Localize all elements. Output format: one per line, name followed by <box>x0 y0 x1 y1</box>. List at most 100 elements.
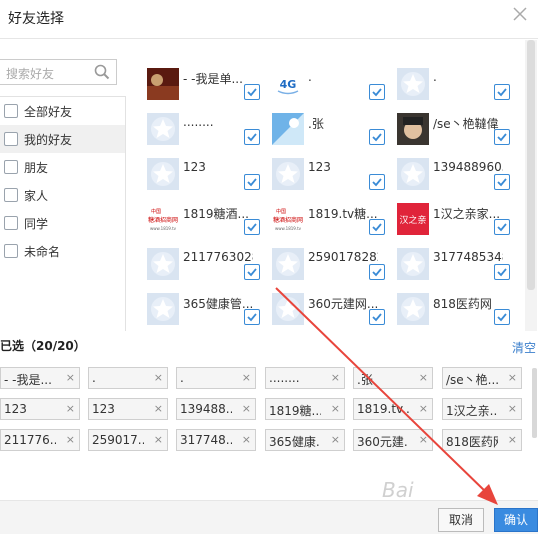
friend-checkbox[interactable] <box>369 129 385 145</box>
avatar <box>147 113 179 145</box>
friend-checkbox[interactable] <box>494 129 510 145</box>
group-checkbox[interactable] <box>4 188 18 202</box>
friend-item[interactable]: .张 <box>272 113 392 157</box>
friend-checkbox[interactable] <box>244 174 260 190</box>
friend-item[interactable]: 中国 糖酒招商网 www.1819.tv 1819糖酒... <box>147 203 267 247</box>
selected-area: - -我是... ×. ×. ×........ × .张 ×/se丶栬... × 123 × 12… <box>0 359 538 499</box>
remove-tag-icon[interactable]: × <box>154 433 163 446</box>
avatar: 中国 糖酒招商网 www.1819.tv <box>272 203 304 235</box>
group-checkbox[interactable] <box>4 216 18 230</box>
remove-tag-icon[interactable]: × <box>242 433 251 446</box>
group-item[interactable]: 未命名 <box>0 237 125 265</box>
friend-item[interactable]: ........ <box>147 113 267 157</box>
friend-checkbox[interactable] <box>494 309 510 325</box>
remove-tag-icon[interactable]: × <box>419 402 428 415</box>
selected-tag: 123 × <box>0 398 80 420</box>
friend-item[interactable]: 2590178282 <box>272 248 392 292</box>
friend-name: 3177485348 <box>433 250 503 264</box>
friend-grid: - -我是单... 4G.......... .张/se丶栬韃偉 123 123 1394… <box>127 40 525 331</box>
selected-tag: .张 × <box>353 367 433 389</box>
selected-tag-label: 139488... <box>180 402 232 416</box>
friend-item[interactable]: 3177485348 <box>397 248 517 292</box>
friend-checkbox[interactable] <box>244 129 260 145</box>
clear-button[interactable]: 清空 <box>512 339 536 356</box>
friend-item[interactable]: 365健康管... <box>147 293 267 331</box>
avatar <box>147 158 179 190</box>
remove-tag-icon[interactable]: × <box>331 402 340 415</box>
friend-checkbox[interactable] <box>369 219 385 235</box>
group-checkbox[interactable] <box>4 160 18 174</box>
selected-tag: /se丶栬... × <box>442 367 522 389</box>
friend-name: /se丶栬韃偉 <box>433 117 499 131</box>
svg-text:中国: 中国 <box>276 208 286 215</box>
remove-tag-icon[interactable]: × <box>508 371 517 384</box>
selected-tag: . × <box>176 367 256 389</box>
svg-text:中国: 中国 <box>151 208 161 215</box>
selected-scrollbar[interactable] <box>532 368 537 438</box>
remove-tag-icon[interactable]: × <box>66 371 75 384</box>
friend-item[interactable]: 4G. <box>272 68 392 112</box>
group-item[interactable]: 家人 <box>0 181 125 209</box>
search-input[interactable]: 搜索好友 <box>0 59 117 85</box>
remove-tag-icon[interactable]: × <box>331 371 340 384</box>
remove-tag-icon[interactable]: × <box>242 402 251 415</box>
friend-checkbox[interactable] <box>494 84 510 100</box>
friend-item[interactable]: 中国 糖酒招商网 www.1819.tv 1819.tv糖... <box>272 203 392 247</box>
group-item[interactable]: 我的好友 <box>0 125 125 153</box>
friend-name: .张 <box>308 117 324 131</box>
dialog-title: 好友选择 <box>8 11 64 27</box>
friend-name: 1汉之亲家... <box>433 207 501 221</box>
search-icon[interactable] <box>94 64 110 80</box>
close-icon[interactable] <box>510 4 530 24</box>
remove-tag-icon[interactable]: × <box>242 371 251 384</box>
friend-checkbox[interactable] <box>244 84 260 100</box>
remove-tag-icon[interactable]: × <box>331 433 340 446</box>
friend-item[interactable]: 汉之亲 1汉之亲家... <box>397 203 517 247</box>
remove-tag-icon[interactable]: × <box>66 433 75 446</box>
group-checkbox[interactable] <box>4 104 18 118</box>
friend-checkbox[interactable] <box>369 174 385 190</box>
group-checkbox[interactable] <box>4 132 18 146</box>
friend-item[interactable]: 123 <box>272 158 392 202</box>
selected-tag: 360元建... × <box>353 429 433 451</box>
selected-tag-label: 211776... <box>4 433 56 447</box>
friend-checkbox[interactable] <box>494 264 510 280</box>
friend-checkbox[interactable] <box>244 264 260 280</box>
remove-tag-icon[interactable]: × <box>508 402 517 415</box>
friend-item[interactable]: 818医药网 <box>397 293 517 331</box>
friend-scrollbar[interactable] <box>527 40 535 290</box>
friend-checkbox[interactable] <box>244 309 260 325</box>
remove-tag-icon[interactable]: × <box>154 371 163 384</box>
remove-tag-icon[interactable]: × <box>66 402 75 415</box>
avatar: 4G <box>272 68 304 100</box>
friend-checkbox[interactable] <box>494 174 510 190</box>
friend-checkbox[interactable] <box>244 219 260 235</box>
group-item[interactable]: 同学 <box>0 209 125 237</box>
group-item[interactable]: 朋友 <box>0 153 125 181</box>
friend-name: 365健康管... <box>183 297 253 311</box>
remove-tag-icon[interactable]: × <box>154 402 163 415</box>
friend-item[interactable]: . <box>397 68 517 112</box>
friend-item[interactable]: 2117763028 <box>147 248 267 292</box>
remove-tag-icon[interactable]: × <box>419 371 428 384</box>
friend-checkbox[interactable] <box>369 264 385 280</box>
group-checkbox[interactable] <box>4 244 18 258</box>
avatar <box>272 248 304 280</box>
friend-item[interactable]: /se丶栬韃偉 <box>397 113 517 157</box>
friend-item[interactable]: 123 <box>147 158 267 202</box>
divider <box>0 38 538 39</box>
friend-checkbox[interactable] <box>494 219 510 235</box>
friend-checkbox[interactable] <box>369 309 385 325</box>
group-label: 未命名 <box>24 245 61 259</box>
remove-tag-icon[interactable]: × <box>508 433 517 446</box>
friend-item[interactable]: 360元建网... <box>272 293 392 331</box>
group-item[interactable]: 全部好友 <box>0 97 125 125</box>
remove-tag-icon[interactable]: × <box>419 433 428 446</box>
selected-tag: 1819糖... × <box>265 398 345 420</box>
confirm-button[interactable]: 确认 <box>494 508 538 532</box>
friend-item[interactable]: - -我是单... <box>147 68 267 112</box>
friend-checkbox[interactable] <box>369 84 385 100</box>
cancel-button[interactable]: 取消 <box>438 508 484 532</box>
svg-text:糖酒招商网: 糖酒招商网 <box>273 216 303 224</box>
friend-item[interactable]: 1394889605 <box>397 158 517 202</box>
